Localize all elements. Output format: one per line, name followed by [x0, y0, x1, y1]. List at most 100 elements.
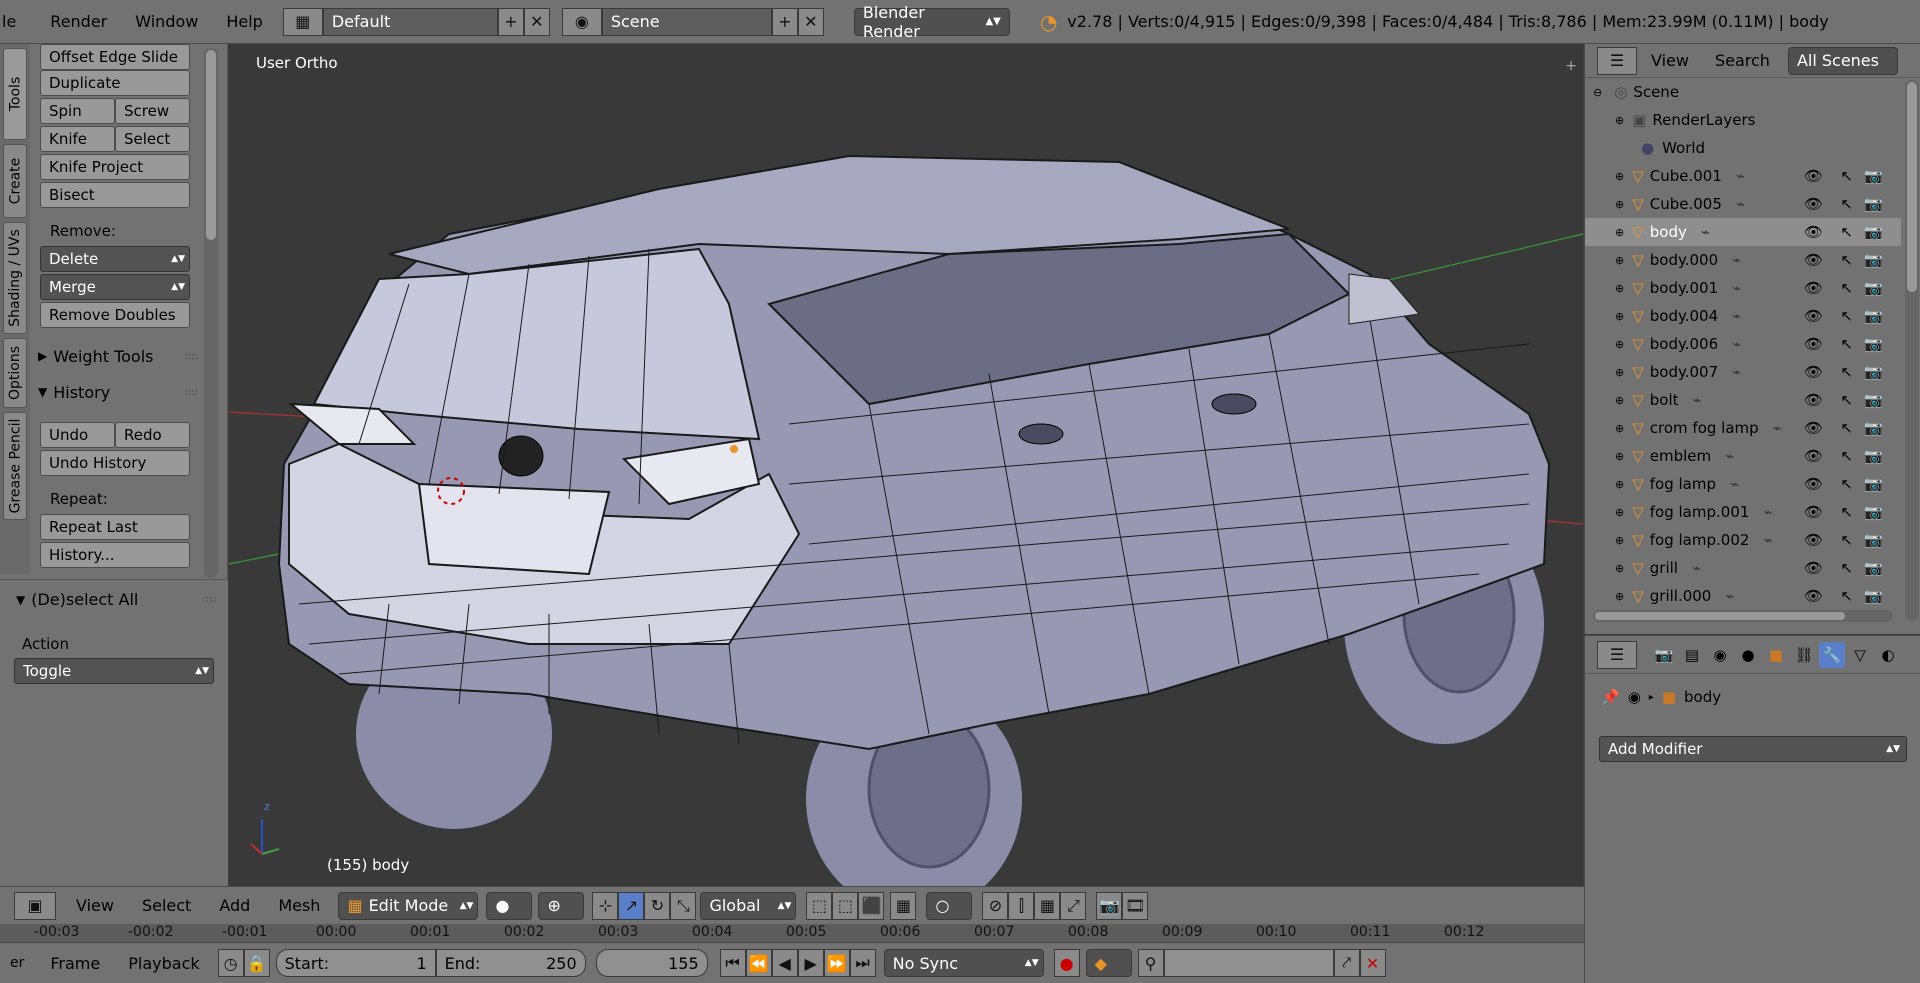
- merge-dropdown[interactable]: Merge ▲▼: [40, 274, 190, 300]
- vertex-select-icon[interactable]: ⬚: [806, 891, 833, 920]
- add-modifier-dropdown[interactable]: Add Modifier ▲▼: [1599, 736, 1907, 762]
- current-frame-field[interactable]: 155: [595, 949, 708, 977]
- jump-start-icon[interactable]: ⏮: [719, 949, 746, 977]
- add-menu[interactable]: Add: [205, 896, 264, 915]
- keying-set-dropdown[interactable]: ◆: [1085, 949, 1132, 977]
- repeat-last-button[interactable]: Repeat Last: [40, 514, 190, 540]
- selectability-arrow-icon[interactable]: ↖: [1840, 251, 1853, 269]
- visibility-eye-icon[interactable]: 👁: [1804, 419, 1823, 437]
- visibility-eye-icon[interactable]: 👁: [1804, 447, 1823, 465]
- properties-editor-icon[interactable]: ☰: [1597, 640, 1637, 669]
- add-scene-button[interactable]: +: [771, 7, 798, 36]
- expand-icon[interactable]: ⊕: [1615, 478, 1624, 491]
- tab-options[interactable]: Options: [3, 338, 27, 408]
- history-dots-button[interactable]: History...: [40, 542, 190, 568]
- menu-render[interactable]: Render: [30, 12, 121, 31]
- prev-keyframe-icon[interactable]: ⏪: [745, 949, 772, 977]
- snap-element-icon[interactable]: ⫿: [1008, 891, 1035, 920]
- selectability-arrow-icon[interactable]: ↖: [1840, 559, 1853, 577]
- drag-handle-icon[interactable]: ::::: [185, 351, 198, 362]
- add-layout-button[interactable]: +: [497, 7, 524, 36]
- selectability-arrow-icon[interactable]: ↖: [1840, 503, 1853, 521]
- outliner-row-object[interactable]: ⊕ ▽ fog lamp.001 ⌁ 👁 ↖ 📷: [1585, 498, 1901, 526]
- renderability-camera-icon[interactable]: 📷: [1864, 251, 1883, 269]
- scene-icon[interactable]: ◉: [561, 7, 602, 36]
- selectability-arrow-icon[interactable]: ↖: [1840, 391, 1853, 409]
- menu-file[interactable]: le: [0, 12, 30, 31]
- knife-project-button[interactable]: Knife Project: [40, 154, 190, 180]
- menu-help[interactable]: Help: [212, 12, 276, 31]
- scene-tab-icon[interactable]: ◉: [1707, 642, 1733, 668]
- renderability-camera-icon[interactable]: 📷: [1864, 531, 1883, 549]
- outliner-row-object[interactable]: ⊕ ▽ Cube.001 ⌁ 👁 ↖ 📷: [1585, 162, 1901, 190]
- renderability-camera-icon[interactable]: 📷: [1864, 559, 1883, 577]
- visibility-eye-icon[interactable]: 👁: [1804, 251, 1823, 269]
- outliner-hscrollbar[interactable]: [1593, 610, 1893, 622]
- visibility-eye-icon[interactable]: 👁: [1804, 279, 1823, 297]
- offset-edge-slide-button[interactable]: Offset Edge Slide: [40, 44, 190, 70]
- view-menu[interactable]: View: [62, 896, 128, 915]
- outliner-row-object[interactable]: ⊕ ▽ fog lamp.002 ⌁ 👁 ↖ 📷: [1585, 526, 1901, 554]
- frame-menu[interactable]: Frame: [38, 954, 114, 973]
- jump-end-icon[interactable]: ⏭: [849, 949, 876, 977]
- weight-tools-panel-header[interactable]: ▶ Weight Tools ::::: [38, 344, 198, 368]
- visibility-eye-icon[interactable]: 👁: [1804, 531, 1823, 549]
- renderability-camera-icon[interactable]: 📷: [1864, 307, 1883, 325]
- outliner-view-menu[interactable]: View: [1651, 51, 1689, 70]
- outliner-row-object[interactable]: ⊕ ▽ body ⌁ 👁 ↖ 📷: [1585, 218, 1901, 246]
- next-keyframe-icon[interactable]: ⏩: [823, 949, 850, 977]
- bisect-button[interactable]: Bisect: [40, 182, 190, 208]
- insert-key-icon[interactable]: ⤤: [1333, 949, 1360, 977]
- tab-create[interactable]: Create: [3, 144, 27, 218]
- outliner-search-menu[interactable]: Search: [1715, 51, 1770, 70]
- outliner-row-object[interactable]: ⊕ ▽ body.004 ⌁ 👁 ↖ 📷: [1585, 302, 1901, 330]
- delete-dropdown[interactable]: Delete ▲▼: [40, 246, 190, 272]
- tab-tools[interactable]: Tools: [3, 48, 27, 140]
- selectability-arrow-icon[interactable]: ↖: [1840, 447, 1853, 465]
- world-tab-icon[interactable]: ●: [1735, 642, 1761, 668]
- outliner-row-object[interactable]: ⊕ ▽ crom fog lamp ⌁ 👁 ↖ 📷: [1585, 414, 1901, 442]
- outliner-row-object[interactable]: ⊕ ▽ grill ⌁ 👁 ↖ 📷: [1585, 554, 1901, 582]
- rotate-icon[interactable]: ↻: [644, 891, 671, 920]
- expand-icon[interactable]: ⊕: [1615, 254, 1624, 267]
- pivot-point-dropdown[interactable]: ⊕: [538, 891, 585, 920]
- selectability-arrow-icon[interactable]: ↖: [1840, 587, 1853, 605]
- drag-handle-icon[interactable]: ::::: [185, 387, 198, 398]
- playback-menu[interactable]: Playback: [114, 954, 213, 973]
- outliner-row-object[interactable]: ⊕ ▽ body.000 ⌁ 👁 ↖ 📷: [1585, 246, 1901, 274]
- spin-button[interactable]: Spin: [40, 98, 115, 124]
- outliner-scrollbar[interactable]: [1905, 80, 1919, 620]
- outliner-row-object[interactable]: ⊕ ▽ fog lamp ⌁ 👁 ↖ 📷: [1585, 470, 1901, 498]
- collapse-icon[interactable]: ⊖: [1593, 86, 1602, 99]
- outliner-row-object[interactable]: ⊕ ▽ body.001 ⌁ 👁 ↖ 📷: [1585, 274, 1901, 302]
- play-reverse-icon[interactable]: ◀: [771, 949, 798, 977]
- outliner-row-object[interactable]: ⊕ ▽ bolt ⌁ 👁 ↖ 📷: [1585, 386, 1901, 414]
- outliner-filter-dropdown[interactable]: All Scenes: [1787, 46, 1898, 75]
- opengl-anim-icon[interactable]: 🎞: [1122, 891, 1149, 920]
- remove-scene-button[interactable]: ✕: [797, 7, 824, 36]
- selectability-arrow-icon[interactable]: ↖: [1840, 363, 1853, 381]
- face-select-icon[interactable]: ⬛: [858, 891, 885, 920]
- snap-target-icon[interactable]: ▦: [1034, 891, 1061, 920]
- scale-icon[interactable]: ⤡: [670, 891, 697, 920]
- renderability-camera-icon[interactable]: 📷: [1864, 587, 1883, 605]
- mesh-menu[interactable]: Mesh: [264, 896, 334, 915]
- action-dropdown[interactable]: Toggle ▲▼: [14, 658, 214, 684]
- render-tab-icon[interactable]: 📷: [1651, 642, 1677, 668]
- keying-set-field[interactable]: [1163, 949, 1334, 977]
- outliner-row-object[interactable]: ⊕ ▽ grill.000 ⌁ 👁 ↖ 📷: [1585, 582, 1901, 610]
- pin-icon[interactable]: 📌: [1601, 688, 1620, 706]
- outliner-row-object[interactable]: ⊕ ▽ body.007 ⌁ 👁 ↖ 📷: [1585, 358, 1901, 386]
- end-frame-field[interactable]: End: 250: [435, 949, 586, 977]
- scene-field[interactable]: Scene: [601, 7, 772, 36]
- expand-icon[interactable]: ⊕: [1615, 282, 1624, 295]
- screw-button[interactable]: Screw: [115, 98, 190, 124]
- visibility-eye-icon[interactable]: 👁: [1804, 335, 1823, 353]
- sync-dropdown[interactable]: No Sync ▲▼: [883, 949, 1044, 977]
- material-tab-icon[interactable]: ◐: [1875, 642, 1901, 668]
- visibility-eye-icon[interactable]: 👁: [1804, 475, 1823, 493]
- history-panel-header[interactable]: ▼ History ::::: [38, 380, 198, 404]
- selectability-arrow-icon[interactable]: ↖: [1840, 531, 1853, 549]
- screen-layout-icon[interactable]: ▦: [282, 7, 323, 36]
- visibility-eye-icon[interactable]: 👁: [1804, 363, 1823, 381]
